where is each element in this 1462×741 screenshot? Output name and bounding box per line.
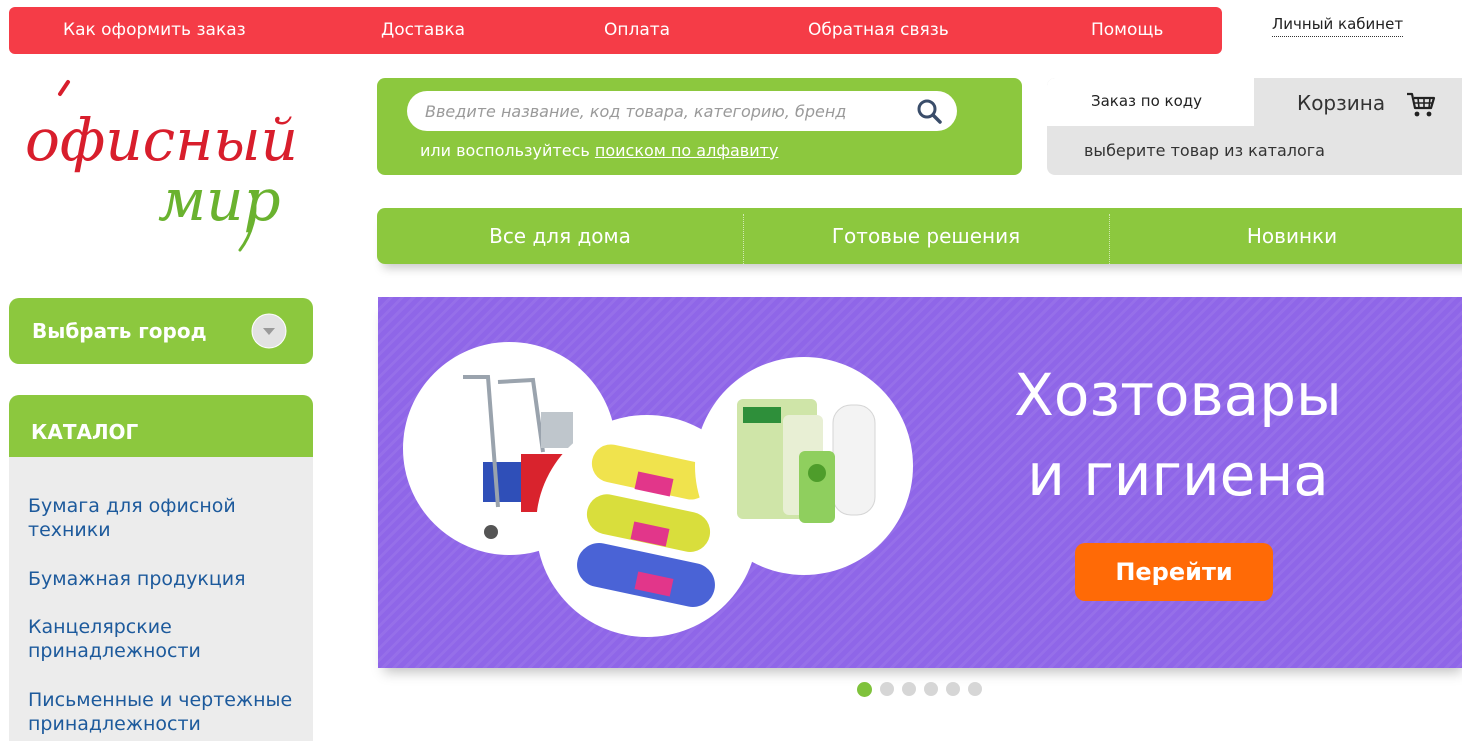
search-hint-text: или воспользуйтесь [420, 141, 590, 160]
slider-dot[interactable] [946, 682, 960, 696]
menu-item-new[interactable]: Новинки [1109, 208, 1462, 264]
order-by-code-label: Заказ по коду [1091, 92, 1203, 110]
alphabet-search-link[interactable]: поиском по алфавиту [595, 141, 779, 160]
nav-delivery[interactable]: Доставка [381, 20, 465, 40]
slider-dot[interactable] [968, 682, 982, 696]
top-nav: Как оформить заказ Доставка Оплата Обрат… [9, 7, 1222, 54]
cart-link[interactable]: Корзина [1297, 91, 1385, 115]
nav-feedback[interactable]: Обратная связь [808, 20, 949, 40]
slider-dots [857, 682, 982, 697]
logo-word-2: мир [158, 166, 281, 234]
logo[interactable]: офисный мир [20, 72, 310, 262]
banner-go-button[interactable]: Перейти [1075, 543, 1273, 601]
cart-status: выберите товар из каталога [1084, 141, 1325, 160]
slider-dot[interactable] [857, 682, 872, 697]
logo-image: офисный мир [25, 80, 298, 252]
nav-how-to-order[interactable]: Как оформить заказ [63, 20, 246, 40]
promo-banner[interactable]: Хозтовары и гигиена Перейти [378, 297, 1462, 668]
menu-item-solutions[interactable]: Готовые решения [743, 208, 1109, 264]
logo-word-1: офисный [25, 106, 298, 174]
cart-icon[interactable] [1405, 91, 1437, 119]
catalog-item[interactable]: Канцелярские принадлежности [28, 615, 308, 663]
banner-title: Хозтовары и гигиена [938, 355, 1418, 515]
catalog-header: КАТАЛОГ [9, 395, 313, 457]
search-input[interactable] [425, 99, 885, 123]
catalog-item[interactable]: Письменные и чертежные принадлежности [28, 688, 308, 736]
search-box [407, 91, 957, 131]
slider-dot[interactable] [924, 682, 938, 696]
nav-help[interactable]: Помощь [1091, 20, 1163, 40]
menu-item-home[interactable]: Все для дома [377, 208, 743, 264]
main-menu: Все для дома Готовые решения Новинки [377, 208, 1462, 264]
personal-account-link[interactable]: Личный кабинет [1272, 15, 1404, 37]
nav-payment[interactable]: Оплата [604, 20, 670, 40]
city-selector-label: Выбрать город [32, 319, 207, 343]
chevron-down-icon [251, 313, 287, 349]
search-panel: или воспользуйтесь поиском по алфавиту [377, 78, 1022, 175]
city-selector[interactable]: Выбрать город [9, 298, 313, 364]
order-by-code-tab[interactable]: Заказ по коду [1047, 78, 1254, 126]
banner-title-line-2: и гигиена [1027, 441, 1329, 509]
catalog-title: КАТАЛОГ [31, 420, 139, 444]
catalog-item[interactable]: Бумага для офисной техники [28, 494, 308, 542]
search-button[interactable] [915, 97, 945, 127]
product-image-air-freshener [695, 357, 913, 575]
banner-title-line-1: Хозтовары [1014, 361, 1342, 429]
search-hint: или воспользуйтесь поиском по алфавиту [420, 141, 778, 160]
cart-panel: Заказ по коду Корзина выберите товар из … [1047, 78, 1462, 175]
slider-dot[interactable] [902, 682, 916, 696]
catalog-sidebar: КАТАЛОГ Бумага для офисной техники Бумаж… [9, 395, 313, 741]
search-icon [917, 99, 942, 124]
catalog-item[interactable]: Бумажная продукция [28, 567, 308, 591]
slider-dot[interactable] [880, 682, 894, 696]
